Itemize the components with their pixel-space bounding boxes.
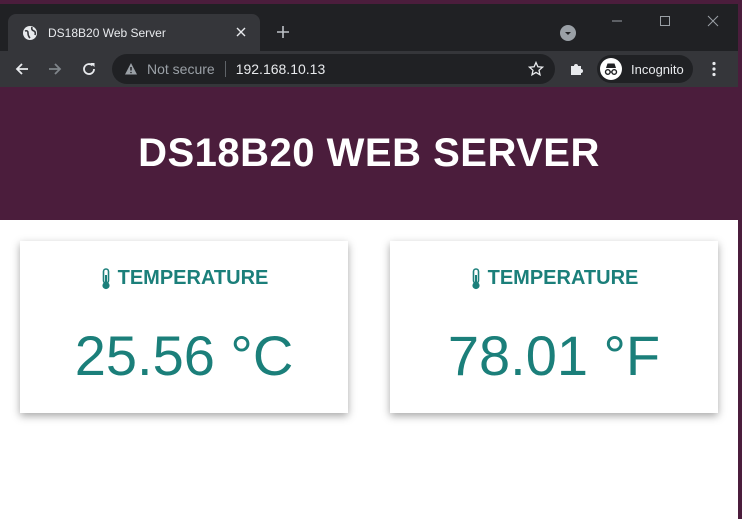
chevron-down-icon[interactable] — [559, 24, 577, 42]
window-close-icon[interactable] — [699, 10, 727, 32]
page-title: DS18B20 WEB SERVER — [138, 131, 600, 175]
browser-toolbar: Not secure 192.168.10.13 Incognito — [0, 51, 738, 87]
thermometer-icon — [100, 267, 112, 290]
card-label-row: TEMPERATURE — [20, 267, 348, 290]
card-label-row: TEMPERATURE — [390, 267, 718, 290]
page-header: DS18B20 WEB SERVER — [0, 87, 738, 220]
card-label: TEMPERATURE — [117, 267, 269, 289]
security-label[interactable]: Not secure — [147, 61, 215, 77]
browser-tab[interactable]: DS18B20 Web Server — [8, 14, 260, 51]
globe-icon — [22, 25, 38, 41]
close-icon[interactable] — [232, 23, 250, 41]
tab-title: DS18B20 Web Server — [48, 25, 166, 40]
temperature-card-fahrenheit: TEMPERATURE 78.01 °F — [390, 241, 718, 413]
incognito-indicator[interactable]: Incognito — [597, 55, 693, 83]
temperature-value-fahrenheit: 78.01 °F — [447, 324, 661, 387]
arrow-right-icon[interactable] — [43, 57, 67, 81]
reload-icon[interactable] — [77, 57, 101, 81]
minimize-icon[interactable] — [603, 10, 631, 32]
tab-strip: DS18B20 Web Server — [0, 4, 738, 51]
star-icon[interactable] — [527, 60, 545, 78]
puzzle-icon[interactable] — [566, 59, 586, 79]
maximize-icon[interactable] — [651, 10, 679, 32]
browser-chrome: DS18B20 Web Server Not secure 192.168.10… — [0, 4, 738, 87]
card-label: TEMPERATURE — [487, 267, 639, 289]
window-frame-right — [738, 0, 742, 519]
incognito-icon — [600, 58, 622, 80]
plus-icon[interactable] — [272, 21, 294, 43]
kebab-menu-icon[interactable] — [704, 58, 724, 80]
address-bar[interactable]: Not secure 192.168.10.13 — [112, 54, 555, 84]
warning-icon[interactable] — [124, 62, 138, 76]
url-text[interactable]: 192.168.10.13 — [236, 61, 326, 77]
thermometer-icon — [470, 267, 482, 290]
temperature-card-celsius: TEMPERATURE 25.56 °C — [20, 241, 348, 413]
temperature-value-celsius: 25.56 °C — [74, 324, 294, 387]
address-separator — [224, 61, 226, 77]
incognito-label: Incognito — [631, 61, 684, 77]
arrow-left-icon[interactable] — [10, 57, 34, 81]
